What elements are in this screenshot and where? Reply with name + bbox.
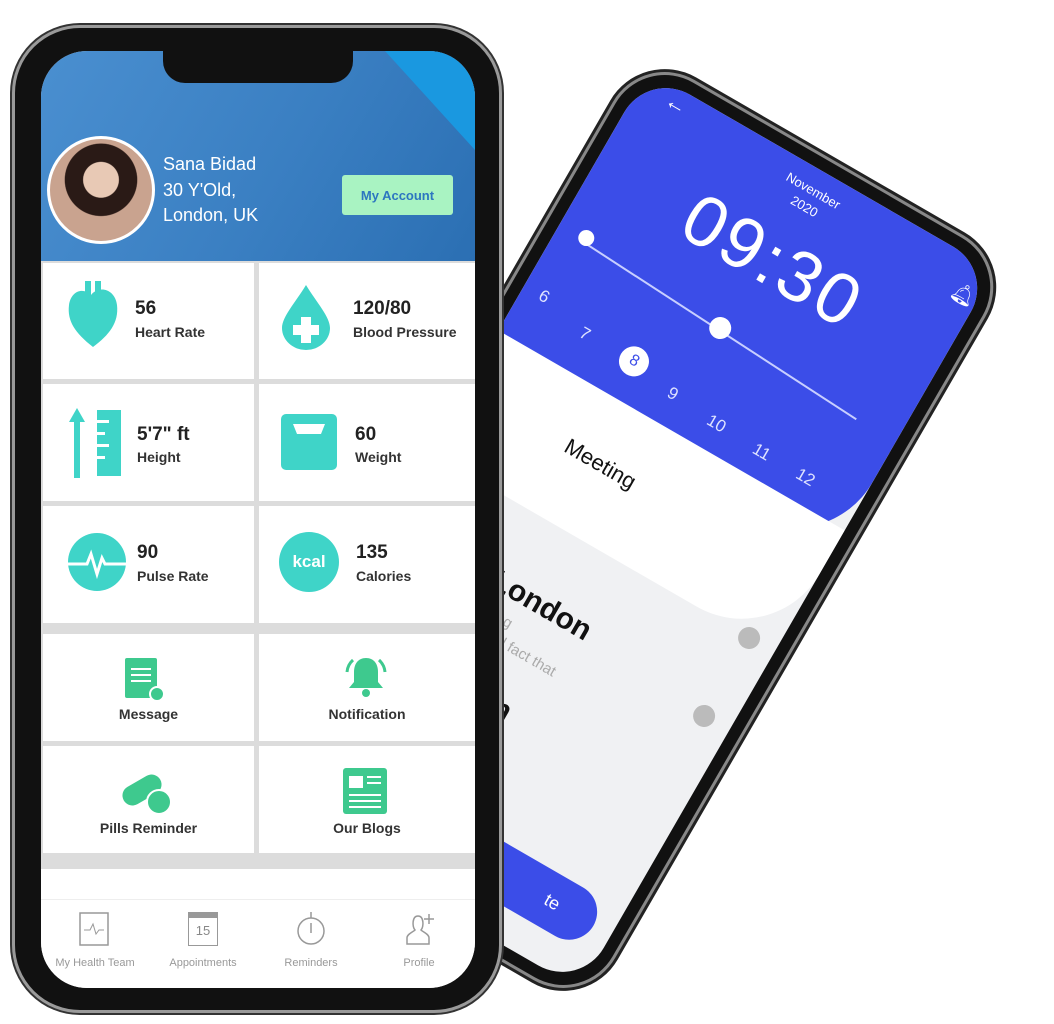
stat-label: Height — [137, 449, 181, 465]
stat-label: Weight — [355, 449, 402, 465]
stat-value: 90 — [137, 542, 159, 563]
nav-profile[interactable]: Profile — [365, 900, 473, 988]
pill-icon — [122, 774, 172, 815]
health-phone: Sana Bidad 30 Y'Old, London, UK My Accou… — [12, 25, 502, 1013]
stat-pulse-rate[interactable]: 90 Pulse Rate — [43, 506, 254, 623]
stat-value: 60 — [355, 424, 377, 445]
stat-label: Blood Pressure — [353, 324, 457, 340]
nav-label: Reminders — [284, 957, 338, 969]
star-icon[interactable] — [734, 622, 765, 654]
health-screen: Sana Bidad 30 Y'Old, London, UK My Accou… — [41, 51, 475, 988]
health-chart-icon — [79, 912, 109, 946]
nav-label: Appointments — [169, 957, 237, 969]
ruler-icon — [69, 408, 121, 478]
nav-my-health-team[interactable]: My Health Team — [41, 900, 149, 988]
stat-calories[interactable]: kcal 135 Calories — [259, 506, 475, 623]
calendar-icon: 15 — [188, 912, 218, 946]
profile-age: 30 Y'Old, — [163, 180, 237, 200]
stat-value: 56 — [135, 298, 157, 319]
scale-icon — [281, 414, 337, 470]
avatar[interactable] — [47, 136, 155, 244]
pulse-icon — [67, 533, 127, 591]
stat-label: Pulse Rate — [137, 568, 209, 584]
stat-label: Heart Rate — [135, 324, 206, 340]
menu-our-blogs[interactable]: Our Blogs — [259, 746, 475, 853]
blood-drop-icon — [282, 285, 330, 350]
menu-pills-reminder[interactable]: Pills Reminder — [43, 746, 254, 853]
stat-weight[interactable]: 60 Weight — [259, 384, 475, 501]
stat-value: 120/80 — [353, 298, 412, 319]
menu-label: Pills Reminder — [99, 820, 198, 836]
message-icon — [125, 658, 165, 702]
newspaper-icon — [343, 768, 387, 814]
add-user-icon — [406, 914, 434, 945]
bell-icon — [345, 658, 387, 697]
stopwatch-icon — [297, 912, 325, 945]
stat-value: 5'7" ft — [137, 424, 190, 445]
menu-message[interactable]: Message — [43, 634, 254, 741]
stat-blood-pressure[interactable]: 120/80 Blood Pressure — [259, 263, 475, 379]
menu-label: Notification — [328, 706, 406, 722]
notch — [163, 51, 353, 83]
profile-name: Sana Bidad — [163, 154, 257, 174]
bottom-nav: My Health Team 15 Appointments Reminders… — [41, 899, 475, 988]
stat-value: 135 — [356, 542, 388, 563]
profile-location: London, UK — [163, 205, 259, 225]
menu-notification[interactable]: Notification — [259, 634, 475, 741]
kcal-icon: kcal — [279, 532, 339, 592]
stat-height[interactable]: 5'7" ft Height — [43, 384, 254, 501]
star-icon[interactable] — [689, 700, 720, 731]
content-area — [41, 869, 475, 901]
nav-label: Profile — [403, 957, 435, 969]
heart-icon — [68, 281, 118, 347]
nav-appointments[interactable]: 15 Appointments — [149, 900, 257, 988]
stat-heart-rate[interactable]: 56 Heart Rate — [43, 263, 254, 379]
stat-label: Calories — [356, 568, 412, 584]
my-account-button[interactable]: My Account — [342, 175, 453, 215]
menu-label: Our Blogs — [333, 820, 401, 836]
nav-reminders[interactable]: Reminders — [257, 900, 365, 988]
nav-label: My Health Team — [55, 957, 135, 969]
menu-label: Message — [118, 706, 179, 722]
